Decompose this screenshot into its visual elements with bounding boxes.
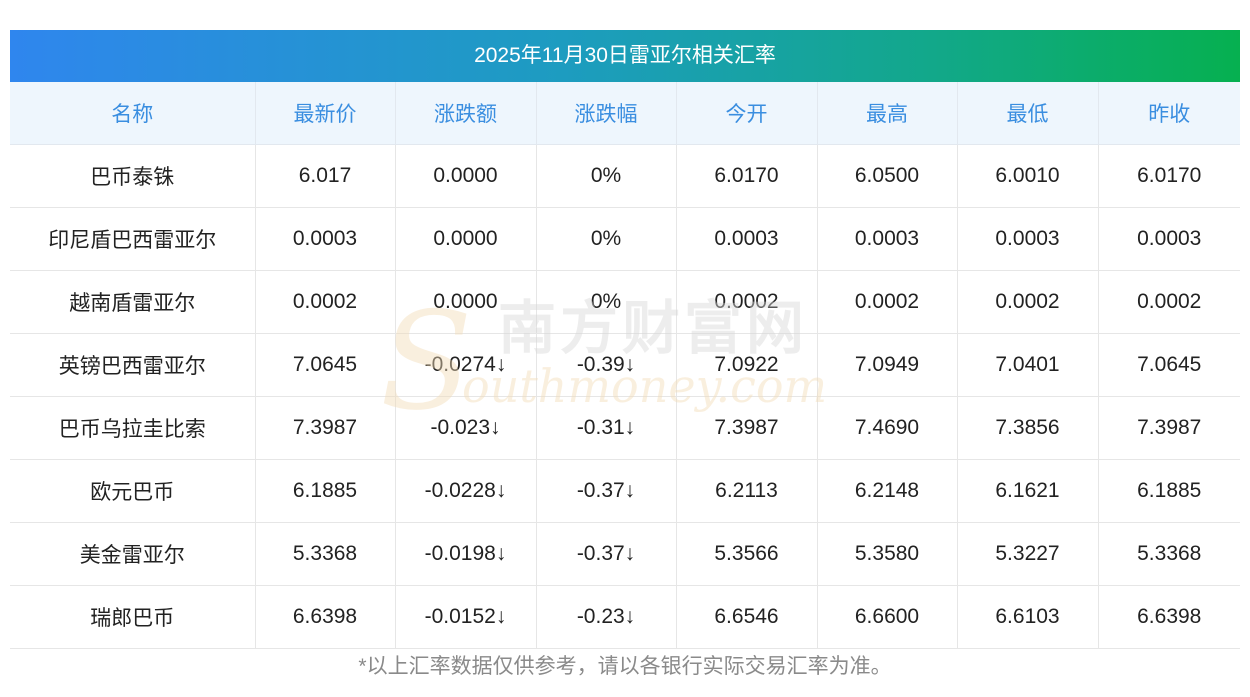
cell-change-pct: 0% (536, 207, 677, 271)
cell-low: 7.3856 (957, 396, 1099, 460)
cell-high: 6.2148 (817, 459, 958, 523)
column-header-change-pct: 涨跌幅 (536, 82, 677, 145)
cell-prev-close: 7.3987 (1098, 396, 1240, 460)
cell-low: 6.6103 (957, 585, 1099, 649)
cell-change-pct: -0.37↓ (536, 459, 677, 523)
cell-latest: 0.0003 (255, 207, 396, 271)
cell-latest: 6.6398 (255, 585, 396, 649)
cell-latest: 6.017 (255, 144, 396, 208)
cell-name: 印尼盾巴西雷亚尔 (10, 207, 256, 271)
cell-name: 瑞郎巴币 (10, 585, 256, 649)
table-row: 欧元巴币 6.1885 -0.0228↓ -0.37↓ 6.2113 6.214… (10, 459, 1240, 523)
table-row: 瑞郎巴币 6.6398 -0.0152↓ -0.23↓ 6.6546 6.660… (10, 585, 1240, 649)
column-header-change: 涨跌额 (395, 82, 537, 145)
table-row: 巴币乌拉圭比索 7.3987 -0.023↓ -0.31↓ 7.3987 7.4… (10, 396, 1240, 460)
header-row: 名称 最新价 涨跌额 涨跌幅 今开 最高 最低 昨收 (10, 82, 1240, 145)
cell-prev-close: 5.3368 (1098, 522, 1240, 586)
cell-change: -0.0228↓ (395, 459, 537, 523)
cell-change-pct: 0% (536, 144, 677, 208)
cell-open: 6.6546 (676, 585, 818, 649)
column-header-prev-close: 昨收 (1098, 82, 1240, 145)
cell-latest: 6.1885 (255, 459, 396, 523)
table-row: 美金雷亚尔 5.3368 -0.0198↓ -0.37↓ 5.3566 5.35… (10, 522, 1240, 586)
rate-table: 名称 最新价 涨跌额 涨跌幅 今开 最高 最低 昨收 巴币泰铢 6.017 0.… (10, 82, 1240, 649)
cell-latest: 7.3987 (255, 396, 396, 460)
cell-low: 0.0002 (957, 270, 1099, 334)
cell-open: 7.0922 (676, 333, 818, 397)
cell-high: 7.4690 (817, 396, 958, 460)
cell-low: 7.0401 (957, 333, 1099, 397)
cell-prev-close: 6.6398 (1098, 585, 1240, 649)
cell-open: 6.0170 (676, 144, 818, 208)
cell-change-pct: -0.37↓ (536, 522, 677, 586)
cell-open: 0.0003 (676, 207, 818, 271)
cell-change: 0.0000 (395, 207, 537, 271)
cell-open: 6.2113 (676, 459, 818, 523)
table-row: 印尼盾巴西雷亚尔 0.0003 0.0000 0% 0.0003 0.0003 … (10, 207, 1240, 271)
cell-change: -0.0198↓ (395, 522, 537, 586)
rate-panel: 2025年11月30日雷亚尔相关汇率 名称 最新价 涨跌额 涨跌幅 今开 最高 … (10, 30, 1240, 649)
column-header-open: 今开 (676, 82, 818, 145)
table-row: 越南盾雷亚尔 0.0002 0.0000 0% 0.0002 0.0002 0.… (10, 270, 1240, 334)
cell-change: 0.0000 (395, 144, 537, 208)
cell-change-pct: -0.23↓ (536, 585, 677, 649)
table-title: 2025年11月30日雷亚尔相关汇率 (10, 30, 1240, 82)
cell-low: 5.3227 (957, 522, 1099, 586)
cell-change: 0.0000 (395, 270, 537, 334)
cell-change: -0.0152↓ (395, 585, 537, 649)
column-header-low: 最低 (957, 82, 1099, 145)
cell-high: 7.0949 (817, 333, 958, 397)
cell-open: 0.0002 (676, 270, 818, 334)
rate-table-body: 巴币泰铢 6.017 0.0000 0% 6.0170 6.0500 6.001… (10, 144, 1240, 649)
cell-name: 越南盾雷亚尔 (10, 270, 256, 334)
cell-prev-close: 6.0170 (1098, 144, 1240, 208)
column-header-high: 最高 (817, 82, 958, 145)
cell-high: 0.0003 (817, 207, 958, 271)
cell-high: 0.0002 (817, 270, 958, 334)
cell-name: 英镑巴西雷亚尔 (10, 333, 256, 397)
cell-low: 0.0003 (957, 207, 1099, 271)
cell-change: -0.0274↓ (395, 333, 537, 397)
cell-prev-close: 6.1885 (1098, 459, 1240, 523)
cell-prev-close: 7.0645 (1098, 333, 1240, 397)
cell-open: 5.3566 (676, 522, 818, 586)
cell-change-pct: -0.31↓ (536, 396, 677, 460)
disclaimer-footnote: *以上汇率数据仅供参考，请以各银行实际交易汇率为准。 (358, 655, 892, 678)
cell-name: 美金雷亚尔 (10, 522, 256, 586)
cell-name: 巴币泰铢 (10, 144, 256, 208)
table-row: 英镑巴西雷亚尔 7.0645 -0.0274↓ -0.39↓ 7.0922 7.… (10, 333, 1240, 397)
cell-latest: 7.0645 (255, 333, 396, 397)
cell-prev-close: 0.0002 (1098, 270, 1240, 334)
cell-change-pct: 0% (536, 270, 677, 334)
cell-name: 欧元巴币 (10, 459, 256, 523)
column-header-latest: 最新价 (255, 82, 396, 145)
cell-low: 6.1621 (957, 459, 1099, 523)
column-header-name: 名称 (10, 82, 256, 145)
cell-latest: 5.3368 (255, 522, 396, 586)
cell-prev-close: 0.0003 (1098, 207, 1240, 271)
table-row: 巴币泰铢 6.017 0.0000 0% 6.0170 6.0500 6.001… (10, 144, 1240, 208)
cell-high: 6.6600 (817, 585, 958, 649)
cell-change-pct: -0.39↓ (536, 333, 677, 397)
cell-open: 7.3987 (676, 396, 818, 460)
cell-high: 5.3580 (817, 522, 958, 586)
cell-name: 巴币乌拉圭比索 (10, 396, 256, 460)
cell-high: 6.0500 (817, 144, 958, 208)
cell-change: -0.023↓ (395, 396, 537, 460)
cell-latest: 0.0002 (255, 270, 396, 334)
cell-low: 6.0010 (957, 144, 1099, 208)
